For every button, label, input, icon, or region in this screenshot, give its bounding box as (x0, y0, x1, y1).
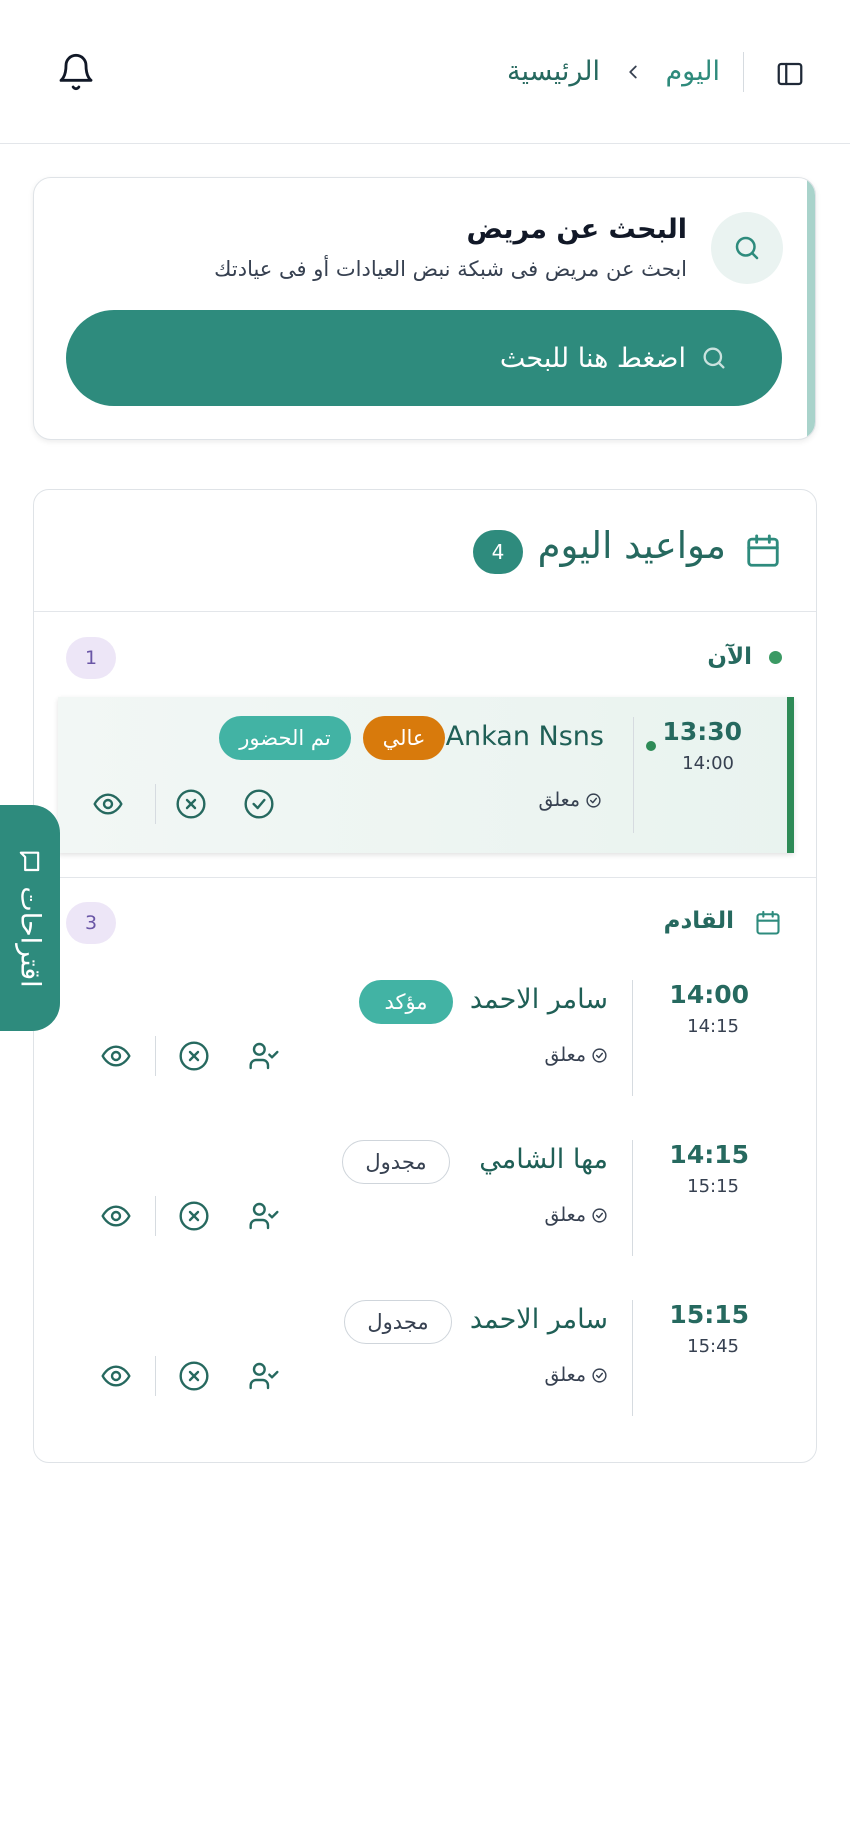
check-circle-icon (244, 789, 274, 819)
upcoming-section-label: القادم (663, 908, 734, 934)
appointment-status: معلق (545, 1364, 608, 1386)
search-icon (703, 347, 725, 369)
appointment-start-time: 14:00 (669, 980, 749, 1009)
live-status-dot (646, 741, 656, 751)
breadcrumb-current[interactable]: اليوم (665, 54, 720, 90)
search-patient-button[interactable]: اضغط هنا للبحث (66, 310, 782, 406)
x-circle-icon (176, 789, 206, 819)
check-circle-icon (592, 1367, 607, 1383)
message-icon (20, 851, 40, 872)
todays-appointments-card: مواعيد اليوم 4 الآن 1 13:30 14:00 Ankan … (33, 489, 817, 1463)
suggestions-label: اقتراحات (14, 886, 46, 988)
x-circle-icon (179, 1201, 209, 1231)
eye-icon (101, 1205, 131, 1227)
patient-name[interactable]: سامر الاحمد (470, 1302, 608, 1338)
time-divider (632, 1300, 633, 1416)
card-accent-bar (807, 178, 815, 439)
patient-name[interactable]: Ankan Nsns (446, 719, 604, 755)
time-divider (632, 1140, 633, 1256)
view-appointment-button[interactable] (98, 1038, 134, 1074)
section-divider (34, 877, 816, 878)
cancel-appointment-button[interactable] (173, 786, 209, 822)
eye-icon (101, 1365, 131, 1387)
eye-icon (101, 1045, 131, 1067)
status-badge: مؤكد (359, 980, 453, 1024)
calendar-icon (744, 531, 782, 571)
appointment-status: معلق (539, 789, 602, 811)
search-button-label: اضغط هنا للبحث (499, 342, 686, 374)
x-circle-icon (179, 1041, 209, 1071)
view-appointment-button[interactable] (90, 786, 126, 822)
actions-divider (155, 1196, 156, 1236)
appointment-end-time: 15:15 (687, 1176, 739, 1197)
actions-divider (155, 1356, 156, 1396)
check-in-patient-button[interactable] (246, 1198, 282, 1234)
appointment-row[interactable]: 14:00 14:15 سامر الاحمد مؤكد معلق (34, 980, 818, 1106)
status-badge: مجدول (344, 1300, 452, 1344)
status-badge: مجدول (342, 1140, 450, 1184)
actions-divider (155, 784, 156, 824)
user-check-icon (249, 1042, 279, 1070)
bell-icon[interactable] (56, 50, 96, 94)
suggestions-tab-content: اقتراحات (14, 848, 46, 988)
status-text: معلق (544, 1204, 586, 1226)
appointment-end-time: 14:00 (682, 753, 734, 774)
appointment-start-time: 15:15 (669, 1300, 749, 1329)
status-text: معلق (544, 1364, 586, 1386)
appointment-status: معلق (545, 1044, 608, 1066)
appointment-end-time: 15:45 (687, 1336, 739, 1357)
appointments-title: مواعيد اليوم (537, 524, 726, 567)
user-check-icon (249, 1202, 279, 1230)
cancel-appointment-button[interactable] (176, 1198, 212, 1234)
appointment-row[interactable]: 15:15 15:45 سامر الاحمد مجدول معلق (34, 1300, 818, 1426)
actions-divider (155, 1036, 156, 1076)
appointments-count-badge: 4 (473, 530, 523, 574)
patient-name[interactable]: مها الشامي (479, 1142, 608, 1178)
patient-name[interactable]: سامر الاحمد (470, 982, 608, 1018)
now-accent-bar (787, 697, 794, 853)
check-in-button[interactable] (241, 786, 277, 822)
view-appointment-button[interactable] (98, 1198, 134, 1234)
calendar-icon (754, 908, 782, 938)
x-circle-icon (179, 1361, 209, 1391)
check-in-patient-button[interactable] (246, 1038, 282, 1074)
appointment-start-time: 14:15 (669, 1140, 749, 1169)
time-divider (632, 980, 633, 1096)
status-text: معلق (538, 789, 580, 811)
top-header: اليوم الرئيسية (0, 0, 850, 144)
eye-icon (93, 793, 123, 815)
chevron-left-icon (622, 61, 644, 83)
appointment-row[interactable]: 14:15 15:15 مها الشامي مجدول معلق (34, 1140, 818, 1266)
check-circle-icon (586, 792, 601, 808)
header-divider (743, 52, 744, 92)
suggestions-tab[interactable]: اقتراحات (0, 805, 60, 1031)
check-circle-icon (592, 1047, 607, 1063)
status-text: معلق (544, 1044, 586, 1066)
search-card-subtitle: ابحث عن مريض فى شبكة نبض العيادات أو فى … (214, 257, 687, 281)
appointment-start-time: 13:30 (662, 717, 742, 746)
search-icon (711, 212, 783, 284)
cancel-appointment-button[interactable] (176, 1358, 212, 1394)
appointments-header: مواعيد اليوم 4 (34, 490, 816, 612)
appointment-status: معلق (545, 1204, 608, 1226)
patient-search-card: البحث عن مريض ابحث عن مريض فى شبكة نبض ا… (33, 177, 816, 440)
sidebar-toggle-icon[interactable] (772, 56, 808, 92)
cancel-appointment-button[interactable] (176, 1038, 212, 1074)
appointment-end-time: 14:15 (687, 1016, 739, 1037)
now-section-label: الآن (707, 644, 752, 670)
search-card-title: البحث عن مريض (466, 214, 687, 245)
now-indicator-dot (769, 651, 782, 664)
user-check-icon (249, 1362, 279, 1390)
time-divider (633, 717, 634, 833)
check-in-patient-button[interactable] (246, 1358, 282, 1394)
priority-badge: عالي (363, 716, 445, 760)
check-circle-icon (592, 1207, 607, 1223)
breadcrumb-home[interactable]: الرئيسية (507, 54, 600, 90)
appointment-row-now[interactable]: 13:30 14:00 Ankan Nsns عالي تم الحضور مع… (58, 697, 794, 853)
attendance-badge: تم الحضور (219, 716, 351, 760)
view-appointment-button[interactable] (98, 1358, 134, 1394)
now-section-count: 1 (66, 637, 116, 679)
upcoming-section-count: 3 (66, 902, 116, 944)
